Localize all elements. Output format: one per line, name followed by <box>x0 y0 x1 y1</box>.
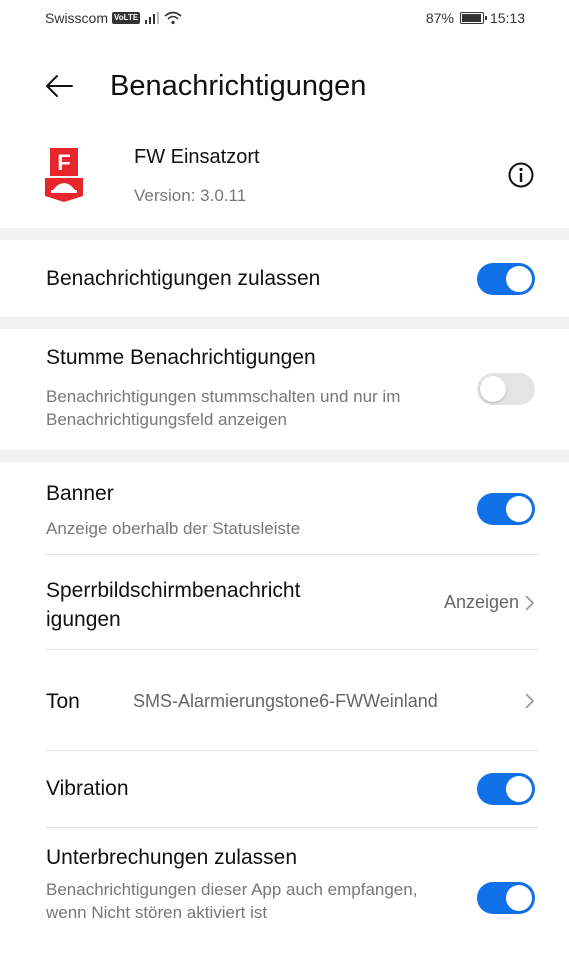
section-divider <box>0 317 569 329</box>
toggle-knob <box>506 776 532 802</box>
app-icon-letter: F <box>57 150 70 175</box>
setting-title: Banner <box>46 482 114 505</box>
setting-interruptions[interactable]: Unterbrechungen zulassen Benachrichtigun… <box>0 828 569 953</box>
interruptions-toggle[interactable] <box>477 882 535 914</box>
setting-vibration[interactable]: Vibration <box>0 751 569 827</box>
setting-title: Benachrichtigungen zulassen <box>46 267 321 290</box>
setting-value: Anzeigen <box>443 592 519 612</box>
toggle-knob <box>480 376 506 402</box>
app-info-row: F FW Einsatzort Version: 3.0.11 <box>0 140 569 216</box>
battery-fill <box>461 14 482 22</box>
banner-toggle[interactable] <box>477 493 535 525</box>
clock: 15:13 <box>489 10 525 26</box>
info-icon[interactable] <box>508 162 534 188</box>
app-icon: F <box>45 148 83 202</box>
chevron-right-icon <box>525 595 534 611</box>
section-divider <box>0 450 569 462</box>
setting-silent-notifications[interactable]: Stumme Benachrichtigungen Benachrichtigu… <box>0 329 569 451</box>
setting-title: Stumme Benachrichtigungen <box>46 346 316 369</box>
toggle-knob <box>506 266 532 292</box>
setting-title: Vibration <box>46 777 129 800</box>
page-title: Benachrichtigungen <box>110 70 367 102</box>
signal-icon <box>145 12 160 24</box>
setting-value: SMS-Alarmierungstone6-FWWeinland <box>133 691 438 711</box>
volte-icon: VoLTE <box>112 12 141 24</box>
chevron-right-icon <box>525 693 534 709</box>
silent-notifications-toggle[interactable] <box>477 373 535 405</box>
app-bar: Benachrichtigungen <box>0 62 569 110</box>
setting-title: Ton <box>46 690 80 713</box>
setting-title: Unterbrechungen zulassen <box>46 846 297 869</box>
setting-allow-notifications[interactable]: Benachrichtigungen zulassen <box>0 240 569 318</box>
app-name: FW Einsatzort <box>134 146 260 168</box>
app-version: Version: 3.0.11 <box>134 186 247 205</box>
status-bar: Swisscom VoLTE 87% 15:13 <box>0 0 569 38</box>
setting-banner[interactable]: Banner Anzeige oberhalb der Statusleiste <box>0 462 569 554</box>
setting-subtitle: Anzeige oberhalb der Statusleiste <box>46 519 301 538</box>
allow-notifications-toggle[interactable] <box>477 263 535 295</box>
setting-sound[interactable]: Ton SMS-Alarmierungstone6-FWWeinland <box>0 650 569 750</box>
toggle-knob <box>506 496 532 522</box>
section-divider <box>0 228 569 240</box>
setting-lockscreen[interactable]: Sperrbildschirmbenachricht igungen Anzei… <box>0 555 569 649</box>
battery-percent: 87% <box>425 10 454 26</box>
back-arrow-icon[interactable] <box>44 72 74 100</box>
status-right: 87% 15:13 <box>426 10 525 26</box>
vibration-toggle[interactable] <box>477 773 535 805</box>
status-left: Swisscom VoLTE <box>45 10 182 26</box>
wifi-icon <box>164 11 182 25</box>
setting-title: Sperrbildschirmbenachricht igungen <box>46 579 301 631</box>
setting-subtitle: Benachrichtigungen dieser App auch empfa… <box>46 880 418 922</box>
setting-subtitle: Benachrichtigungen stummschalten und nur… <box>46 387 401 429</box>
battery-icon <box>459 12 487 24</box>
carrier-label: Swisscom <box>45 10 109 26</box>
toggle-knob <box>506 885 532 911</box>
